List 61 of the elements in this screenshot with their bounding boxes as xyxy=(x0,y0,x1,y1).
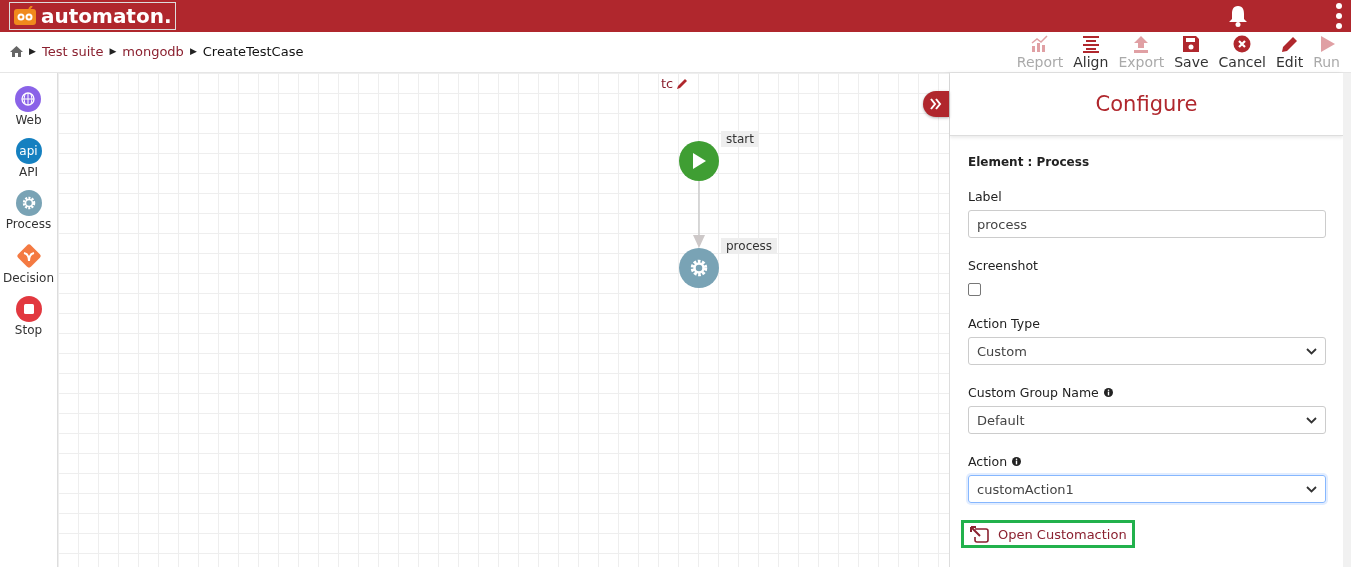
label-input[interactable]: process xyxy=(968,210,1326,238)
info-icon xyxy=(1103,388,1113,397)
palette-item[interactable]: api API xyxy=(15,138,42,179)
collapse-panel-button[interactable] xyxy=(923,91,949,117)
scrollbar[interactable] xyxy=(1343,73,1351,567)
breadcrumb-current: CreateTestCase xyxy=(202,43,304,59)
breadcrumb-separator: ▶ xyxy=(29,46,36,56)
toolbar-button[interactable]: Cancel xyxy=(1213,32,1271,72)
field-label: Action xyxy=(968,454,1008,469)
app-logo[interactable]: automaton. xyxy=(9,2,176,30)
upload-icon xyxy=(1132,35,1151,53)
globe-icon xyxy=(15,86,42,112)
chevron-down-icon xyxy=(1306,416,1317,424)
breadcrumb-link[interactable]: mongodb xyxy=(122,43,184,59)
field-label: Label xyxy=(968,189,1002,204)
robot-icon xyxy=(13,6,37,26)
stop-icon xyxy=(15,296,42,322)
toolbar-button[interactable]: Save xyxy=(1169,32,1214,72)
align-icon xyxy=(1081,35,1100,53)
chart-icon xyxy=(1031,35,1050,53)
toolbar-button[interactable]: Edit xyxy=(1271,32,1309,72)
node-label: process xyxy=(721,238,778,254)
info-icon xyxy=(1012,457,1022,466)
diagram-title: tc xyxy=(661,76,674,91)
palette-item[interactable]: Decision xyxy=(2,242,55,285)
chevron-down-icon xyxy=(1306,347,1317,355)
open-customaction-link[interactable]: Open Customaction xyxy=(961,520,1135,548)
api-icon: api xyxy=(15,138,42,164)
field-label: Custom Group Name xyxy=(968,385,1099,400)
save-icon xyxy=(1182,35,1201,53)
gear-icon xyxy=(689,258,709,278)
select-dropdown[interactable]: customAction1 xyxy=(968,475,1326,503)
palette-item[interactable]: Process xyxy=(5,190,52,231)
gear-icon xyxy=(15,190,42,216)
connector-arrow xyxy=(693,181,705,248)
select-dropdown[interactable]: Default xyxy=(968,406,1326,434)
breadcrumb-link[interactable]: Test suite xyxy=(41,43,104,59)
bell-icon[interactable] xyxy=(1227,5,1249,27)
select-dropdown[interactable]: Custom xyxy=(968,337,1326,365)
chevron-down-icon xyxy=(1306,485,1317,493)
screenshot-checkbox[interactable] xyxy=(968,283,981,296)
pencil-icon xyxy=(1280,35,1299,53)
more-menu-icon[interactable] xyxy=(1335,3,1343,29)
start-node[interactable] xyxy=(679,141,719,181)
node-label: start xyxy=(721,131,759,147)
field-label: Screenshot xyxy=(968,258,1038,273)
home-icon[interactable] xyxy=(10,45,23,57)
panel-title: Configure xyxy=(1095,92,1198,116)
palette-item[interactable]: Web xyxy=(15,86,42,127)
element-type-label: Element : Process xyxy=(968,155,1091,169)
palette-item[interactable]: Stop xyxy=(14,296,43,337)
play-icon xyxy=(691,152,707,170)
double-chevron-icon xyxy=(930,98,942,110)
open-external-icon xyxy=(969,525,989,543)
field-label: Action Type xyxy=(968,316,1040,331)
breadcrumb-separator: ▶ xyxy=(189,46,197,56)
pencil-icon[interactable] xyxy=(677,78,689,89)
breadcrumb-separator: ▶ xyxy=(109,46,117,56)
close-icon xyxy=(1233,35,1252,53)
toolbar-button[interactable]: Align xyxy=(1068,32,1114,72)
process-node[interactable] xyxy=(679,248,719,288)
